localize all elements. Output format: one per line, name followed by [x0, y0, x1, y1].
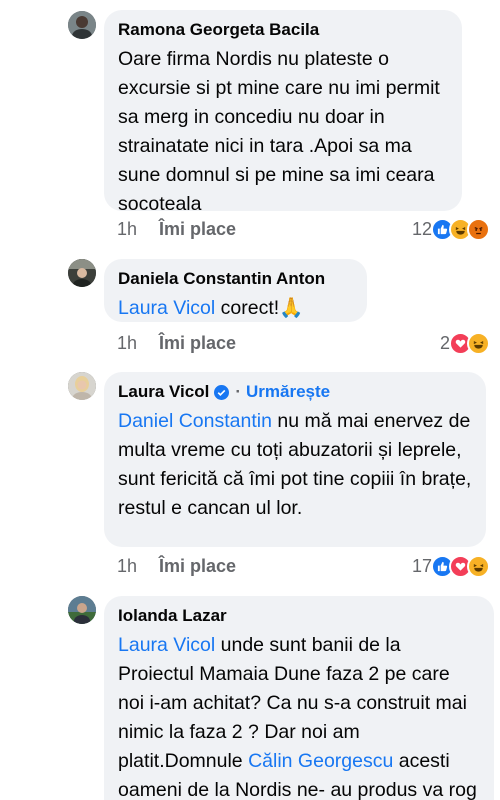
comment-bubble: Ramona Georgeta Bacila Oare firma Nordis…: [104, 10, 462, 215]
like-button[interactable]: Îmi place: [159, 219, 236, 240]
comment-text: Laura Vicol unde sunt banii de la Proiec…: [118, 631, 480, 800]
mention-link[interactable]: Daniel Constantin: [118, 410, 272, 432]
avatar-image: [68, 372, 96, 400]
comment-time[interactable]: 1h: [117, 333, 137, 354]
avatar-image: [68, 259, 96, 287]
avatar[interactable]: [68, 372, 96, 400]
angry-icon: [467, 218, 490, 241]
comment-text-body: corect!🙏: [215, 297, 304, 319]
comment-text: Oare firma Nordis nu plateste o excursie…: [118, 48, 440, 215]
comment-text: Laura Vicol corect!🙏: [118, 294, 353, 323]
avatar[interactable]: [68, 11, 96, 39]
comment-bubble: Laura Vicol · Urmărește Daniel Constantin…: [104, 372, 486, 547]
haha-icon: [467, 332, 490, 355]
comment-actions: 1h Îmi place: [117, 219, 236, 240]
mention-link[interactable]: Laura Vicol: [118, 634, 215, 656]
avatar-image: [68, 11, 96, 39]
comment-bubble: Daniela Constantin Anton Laura Vicol cor…: [104, 259, 367, 322]
avatar[interactable]: [68, 596, 96, 624]
avatar[interactable]: [68, 259, 96, 287]
comments-feed: Ramona Georgeta Bacila Oare firma Nordis…: [0, 0, 500, 800]
reaction-count: 12: [411, 219, 432, 239]
like-button[interactable]: Îmi place: [159, 333, 236, 354]
comment-author[interactable]: Iolanda Lazar: [118, 605, 480, 627]
comment-time[interactable]: 1h: [117, 556, 137, 577]
reaction-count: 17: [411, 556, 432, 576]
comment-text: Daniel Constantin nu mă mai enervez de m…: [118, 407, 472, 523]
follow-button[interactable]: · Urmărește: [235, 382, 330, 402]
comment-actions: 1h Îmi place: [117, 333, 236, 354]
comment-author[interactable]: Daniela Constantin Anton: [118, 268, 353, 290]
verified-badge-icon: [214, 384, 230, 400]
mention-link[interactable]: Călin Georgescu: [248, 750, 393, 772]
comment-actions: 1h Îmi place: [117, 556, 236, 577]
reaction-summary[interactable]: 12: [412, 218, 490, 241]
reaction-summary[interactable]: 2: [440, 332, 490, 355]
comment-author[interactable]: Ramona Georgeta Bacila: [118, 19, 448, 41]
avatar-image: [68, 596, 96, 624]
author-row: Laura Vicol · Urmărește: [118, 381, 472, 403]
reaction-summary[interactable]: 17: [412, 555, 490, 578]
mention-link[interactable]: Laura Vicol: [118, 297, 215, 319]
comment-bubble: Iolanda Lazar Laura Vicol unde sunt bani…: [104, 596, 494, 800]
comment-time[interactable]: 1h: [117, 219, 137, 240]
like-button[interactable]: Îmi place: [159, 556, 236, 577]
haha-icon: [467, 555, 490, 578]
comment-author[interactable]: Laura Vicol: [118, 381, 209, 403]
